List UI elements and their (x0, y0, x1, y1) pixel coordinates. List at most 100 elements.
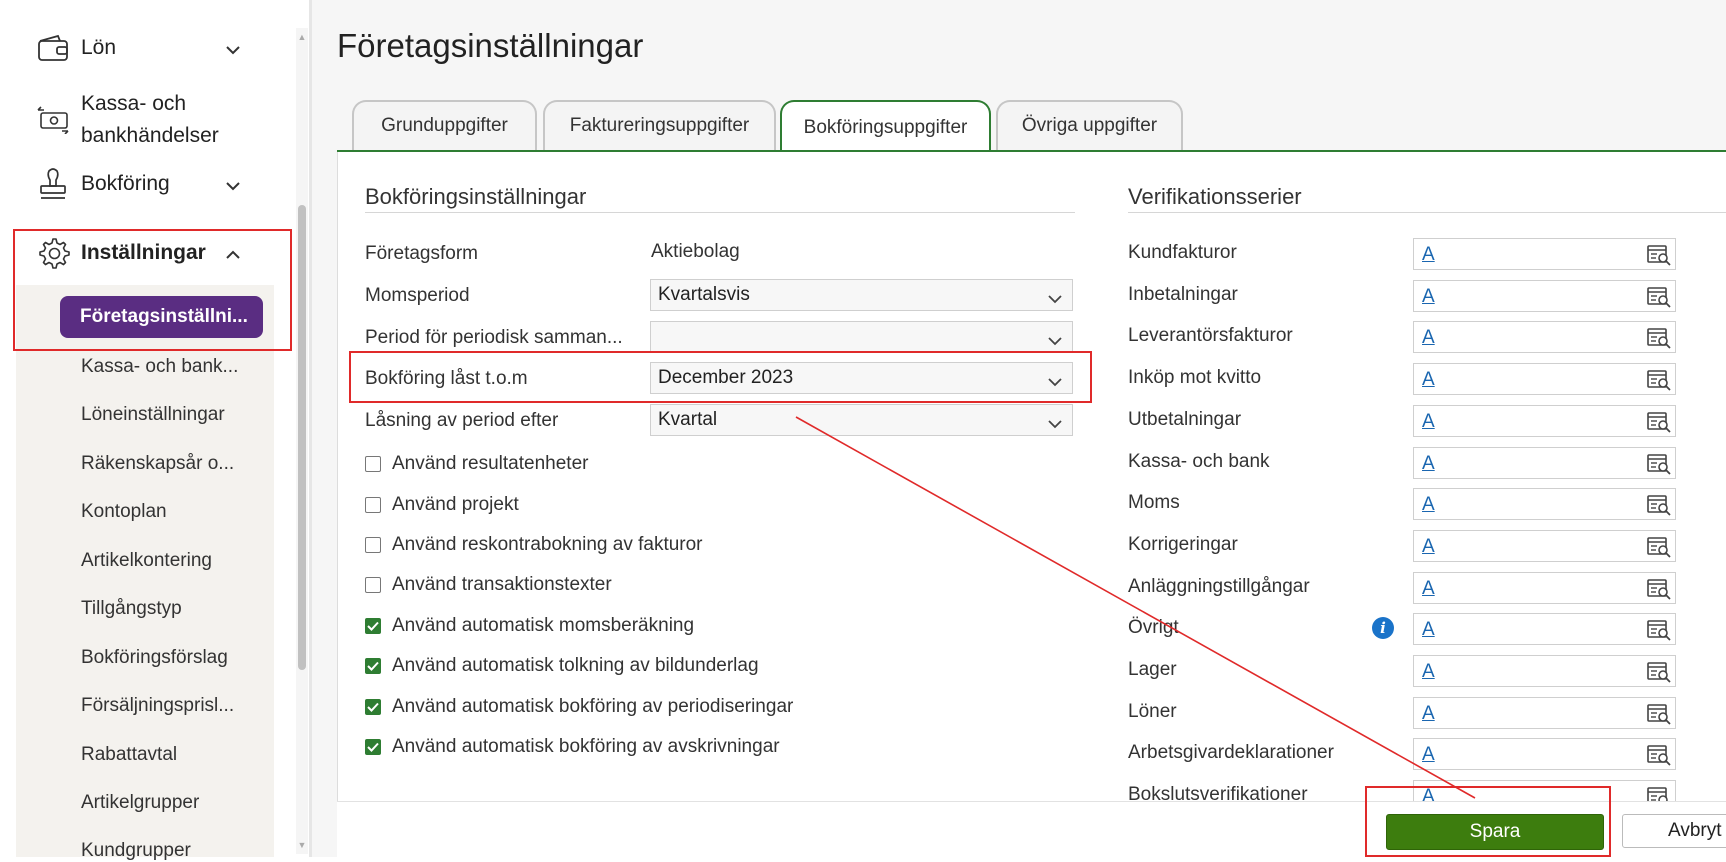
periodisk-sammanstallning-select[interactable] (650, 321, 1073, 353)
chevron-down-icon (226, 173, 240, 197)
checkbox-transaktionstexter[interactable]: Använd transaktionstexter (365, 574, 612, 596)
nav-item-lon[interactable]: Lön (36, 31, 240, 65)
tab-ovriga-uppgifter[interactable]: Övriga uppgifter (996, 100, 1183, 150)
sidebar-scrollbar-thumb[interactable] (298, 205, 306, 670)
verification-series-value[interactable]: A (1422, 244, 1435, 266)
verification-series-input[interactable]: A (1413, 697, 1676, 729)
lookup-icon[interactable] (1647, 286, 1671, 313)
subitem-kundgrupper[interactable]: Kundgrupper (81, 840, 191, 862)
info-icon[interactable]: i (1372, 617, 1394, 639)
lookup-icon[interactable] (1647, 453, 1671, 480)
verification-series-input[interactable]: A (1413, 613, 1676, 645)
save-button[interactable]: Spara (1386, 814, 1604, 850)
lookup-icon[interactable] (1647, 619, 1671, 646)
checkbox-checked[interactable] (365, 699, 381, 715)
lookup-icon[interactable] (1647, 244, 1671, 271)
verification-label: Inbetalningar (1128, 284, 1238, 305)
checkbox-checked[interactable] (365, 618, 381, 634)
verification-series-input[interactable]: A (1413, 530, 1676, 562)
checkbox-projekt[interactable]: Använd projekt (365, 494, 519, 516)
verification-series-value[interactable]: A (1422, 494, 1435, 516)
lookup-icon[interactable] (1647, 369, 1671, 396)
checkbox-reskontrabokning[interactable]: Använd reskontrabokning av fakturor (365, 534, 703, 556)
subitem-kassa-bank[interactable]: Kassa- och bank... (81, 356, 238, 378)
checkbox-checked[interactable] (365, 658, 381, 674)
nav-item-bokforing[interactable]: Bokföring (36, 167, 240, 201)
subitem-artikelgrupper[interactable]: Artikelgrupper (81, 792, 199, 814)
verification-series-value[interactable]: A (1422, 453, 1435, 475)
nav-label-kassa-line1: Kassa- och (81, 92, 187, 115)
checkbox[interactable] (365, 577, 381, 593)
verification-series-input[interactable]: A (1413, 238, 1676, 270)
page-title: Företagsinställningar (337, 27, 644, 64)
verification-series-value[interactable]: A (1422, 286, 1435, 308)
chevron-down-icon (1048, 330, 1062, 352)
verification-series-value[interactable]: A (1422, 703, 1435, 725)
section-divider (365, 212, 1075, 213)
lookup-icon[interactable] (1647, 578, 1671, 605)
subitem-rakenskapsar[interactable]: Räkenskapsår o... (81, 453, 234, 475)
momsperiod-select[interactable]: Kvartalsvis (650, 279, 1073, 311)
verification-series-input[interactable]: A (1413, 405, 1676, 437)
bokforing-last-select[interactable]: December 2023 (650, 362, 1073, 394)
verification-series-value[interactable]: A (1422, 744, 1435, 766)
lookup-icon[interactable] (1647, 744, 1671, 771)
subitem-foretagsinstallningar[interactable]: Företagsinställni... (60, 296, 263, 338)
verification-series-value[interactable]: A (1422, 578, 1435, 600)
verification-series-value[interactable]: A (1422, 536, 1435, 558)
verification-series-value[interactable]: A (1422, 619, 1435, 641)
lasning-period-select[interactable]: Kvartal (650, 404, 1073, 436)
verification-series-input[interactable]: A (1413, 655, 1676, 687)
verification-series-input[interactable]: A (1413, 280, 1676, 312)
subitem-loneinstallningar[interactable]: Löneinställningar (81, 404, 225, 426)
lookup-icon[interactable] (1647, 703, 1671, 730)
verification-series-value[interactable]: A (1422, 411, 1435, 433)
verification-series-value[interactable]: A (1422, 661, 1435, 683)
sidebar: Lön Kassa- och bankhändelser Bokföring I… (0, 0, 309, 861)
cancel-button[interactable]: Avbryt (1622, 814, 1726, 848)
wallet-icon (36, 31, 70, 65)
checkbox-resultatenheter[interactable]: Använd resultatenheter (365, 453, 588, 475)
verification-series-value[interactable]: A (1422, 327, 1435, 349)
subitem-bokforingsforslag[interactable]: Bokföringsförslag (81, 647, 228, 669)
lookup-icon[interactable] (1647, 661, 1671, 688)
verification-series-input[interactable]: A (1413, 447, 1676, 479)
lookup-icon[interactable] (1647, 494, 1671, 521)
nav-item-installningar[interactable]: Inställningar (36, 236, 240, 270)
checkbox[interactable] (365, 537, 381, 553)
subitem-kontoplan[interactable]: Kontoplan (81, 501, 167, 523)
lookup-icon[interactable] (1647, 536, 1671, 563)
verification-series-input[interactable]: A (1413, 572, 1676, 604)
lookup-icon[interactable] (1647, 327, 1671, 354)
subitem-forsaljningsprislista[interactable]: Försäljningsprisl... (81, 695, 234, 717)
scroll-down-icon[interactable]: ▼ (297, 840, 307, 850)
section-divider (1128, 212, 1726, 213)
tab-faktureringsuppgifter[interactable]: Faktureringsuppgifter (543, 100, 776, 150)
checkbox-automatisk-tolkning[interactable]: Använd automatisk tolkning av bildunderl… (365, 655, 759, 677)
tab-grunduppgifter[interactable]: Grunduppgifter (352, 100, 537, 150)
subitem-tillgangstyp[interactable]: Tillgångstyp (81, 598, 182, 620)
verification-series-input[interactable]: A (1413, 321, 1676, 353)
verification-series-value[interactable]: A (1422, 369, 1435, 391)
chevron-down-icon (1048, 371, 1062, 393)
checkbox[interactable] (365, 497, 381, 513)
checkbox-label: Använd transaktionstexter (392, 574, 612, 595)
verification-series-input[interactable]: A (1413, 363, 1676, 395)
verification-label: Löner (1128, 701, 1177, 722)
checkbox-automatisk-avskrivningar[interactable]: Använd automatisk bokföring av avskrivni… (365, 736, 780, 758)
checkbox-automatisk-periodiseringar[interactable]: Använd automatisk bokföring av periodise… (365, 696, 793, 718)
verification-series-input[interactable]: A (1413, 738, 1676, 770)
tab-bokforingsuppgifter[interactable]: Bokföringsuppgifter (780, 100, 991, 154)
checkbox-checked[interactable] (365, 739, 381, 755)
verification-series-input[interactable]: A (1413, 488, 1676, 520)
nav-item-kassa-bank[interactable]: Kassa- och bankhändelser (36, 88, 219, 152)
checkbox[interactable] (365, 456, 381, 472)
checkbox-label: Använd projekt (392, 494, 519, 515)
lookup-icon[interactable] (1647, 411, 1671, 438)
subitem-artikelkontering[interactable]: Artikelkontering (81, 550, 212, 572)
stamp-icon (36, 167, 70, 201)
subitem-rabattavtal[interactable]: Rabattavtal (81, 744, 177, 766)
chevron-down-icon (1048, 288, 1062, 310)
checkbox-automatisk-moms[interactable]: Använd automatisk momsberäkning (365, 615, 694, 637)
scroll-up-icon[interactable]: ▲ (297, 32, 307, 42)
